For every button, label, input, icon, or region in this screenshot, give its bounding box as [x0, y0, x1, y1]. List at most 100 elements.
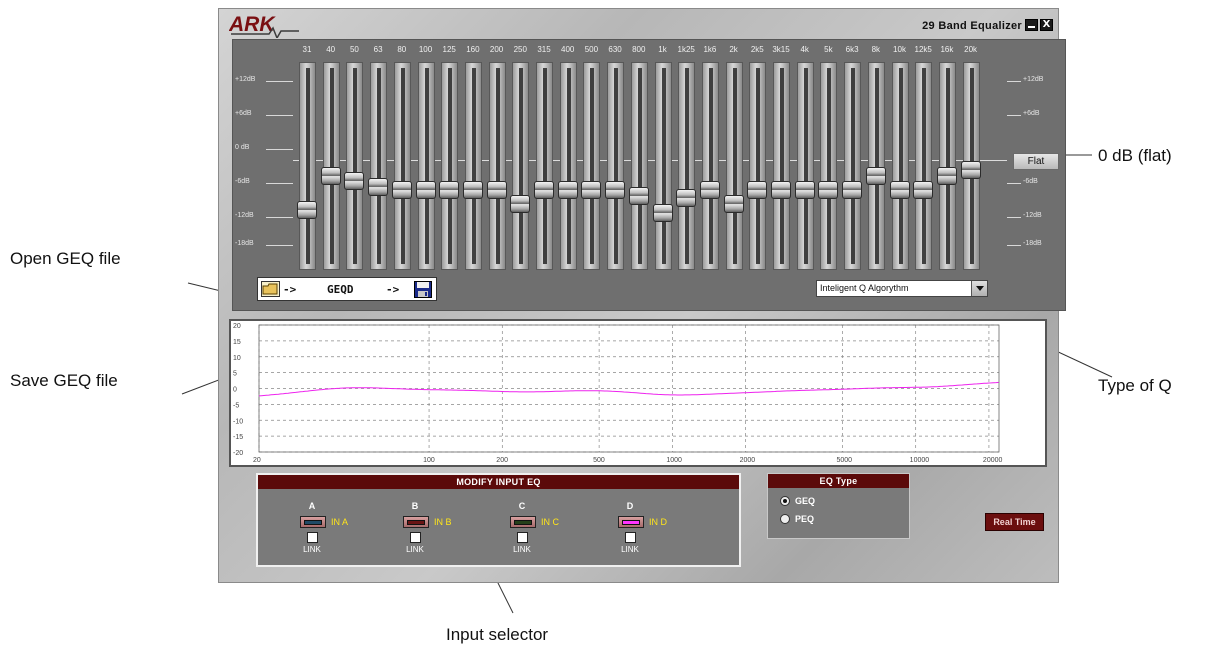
band-slider-knob[interactable] [320, 166, 341, 185]
band-slider-track[interactable] [844, 62, 862, 270]
band-slider-knob[interactable] [723, 195, 744, 213]
y-tick-label: -10 [233, 418, 243, 425]
band-slider-knob[interactable] [462, 180, 483, 199]
band-slider-track[interactable] [607, 62, 625, 270]
slider-slot [780, 68, 784, 264]
band-slider-track[interactable] [488, 62, 506, 270]
band-slider-knob[interactable] [510, 195, 531, 213]
band-slider-knob[interactable] [794, 180, 815, 199]
callout-save-geq-file: Save GEQ file [10, 371, 118, 390]
band-slider-knob[interactable] [344, 172, 365, 191]
link-checkbox[interactable] [517, 532, 528, 543]
band-slider-knob[interactable] [368, 178, 389, 196]
modify-input-eq-panel: MODIFY INPUT EQ A IN A LINK B IN B LINK C IN C L… [256, 473, 741, 567]
slider-slot [661, 68, 666, 264]
x-tick-label: 2000 [740, 457, 756, 464]
save-disk-icon[interactable] [414, 281, 432, 298]
response-plot: 20 15 10 5 0 -5 -10 -15 -20 20 100 200 500 1000 2000 50… [233, 323, 1003, 464]
db-tick-left [266, 81, 293, 82]
band-slider-knob[interactable] [747, 180, 768, 199]
band-slider-knob[interactable] [581, 180, 602, 199]
band-slider-knob[interactable] [297, 200, 317, 219]
band-slider-knob[interactable] [865, 166, 886, 185]
db-tick-right [1007, 183, 1021, 184]
band-slider-knob[interactable] [415, 180, 436, 199]
band-slider-knob[interactable] [699, 180, 720, 199]
link-checkbox[interactable] [410, 532, 421, 543]
band-slider-knob[interactable] [936, 166, 957, 185]
y-tick-label: -15 [233, 434, 243, 441]
eq-type-title: EQ Type [768, 474, 909, 488]
band-slider-track[interactable] [820, 62, 838, 270]
input-select-button[interactable] [618, 516, 644, 528]
band-slider-track[interactable] [915, 62, 933, 270]
radio-geq[interactable] [780, 496, 790, 506]
q-type-value: Inteligent Q Algorythm [820, 283, 909, 293]
band-slider-track[interactable] [370, 62, 388, 270]
band-slider-knob[interactable] [960, 161, 981, 179]
x-tick-label: 200 [496, 457, 508, 464]
band-slider-track[interactable] [583, 62, 601, 270]
band-slider-knob[interactable] [842, 180, 863, 199]
equalizer-window: ARK 29 Band Equalizer X +12dB +6dB 0 dB -6d… [218, 8, 1066, 583]
band-slider-track[interactable] [891, 62, 909, 270]
band-label: 1k6 [703, 45, 717, 54]
band-slider-track[interactable] [417, 62, 435, 270]
band-slider-track[interactable] [796, 62, 814, 270]
band-slider-knob[interactable] [913, 180, 934, 199]
real-time-button[interactable]: Real Time [985, 513, 1044, 531]
minimize-icon[interactable] [1025, 19, 1038, 31]
input-select-button[interactable] [300, 516, 326, 528]
band-slider-track[interactable] [749, 62, 767, 270]
input-letter: B [411, 501, 419, 511]
band-slider-knob[interactable] [486, 180, 507, 199]
input-label: IN A [331, 517, 349, 527]
band-slider-knob[interactable] [391, 180, 412, 199]
db-tick-right [1007, 217, 1021, 218]
band-slider-track[interactable] [512, 62, 530, 270]
band-slider-track[interactable] [393, 62, 411, 270]
band-label: 40 [326, 45, 336, 54]
title-bar[interactable]: ARK 29 Band Equalizer X [219, 9, 1060, 41]
band-slider-knob[interactable] [557, 180, 578, 199]
radio-peq[interactable] [780, 514, 790, 524]
band-slider-knob[interactable] [439, 180, 460, 199]
band-slider-track[interactable] [630, 62, 648, 270]
input-color-swatch [304, 520, 322, 525]
link-checkbox[interactable] [625, 532, 636, 543]
input-color-swatch [622, 520, 640, 525]
band-slider-track[interactable] [701, 62, 719, 270]
band-slider-knob[interactable] [676, 189, 697, 208]
band-slider-track[interactable] [536, 62, 553, 270]
band-slider-track[interactable] [678, 62, 696, 270]
link-checkbox[interactable] [307, 532, 318, 543]
band-slider-track[interactable] [559, 62, 577, 270]
band-slider-knob[interactable] [534, 180, 554, 199]
band-slider-knob[interactable] [628, 186, 649, 205]
chevron-down-icon[interactable] [971, 281, 987, 296]
band-label: 400 [561, 45, 575, 54]
band-slider-track[interactable] [773, 62, 790, 270]
close-icon[interactable]: X [1040, 19, 1053, 31]
band-slider-track[interactable] [464, 62, 482, 270]
slider-slot [495, 68, 500, 264]
band-slider-knob[interactable] [652, 203, 673, 222]
flat-button[interactable]: Flat [1013, 153, 1059, 170]
band-label: 63 [373, 45, 383, 54]
band-slider-knob[interactable] [605, 180, 626, 199]
band-slider-track[interactable] [725, 62, 743, 270]
band-label: 80 [397, 45, 407, 54]
band-slider-knob[interactable] [818, 180, 839, 199]
band-label: 250 [513, 45, 527, 54]
band-slider-knob[interactable] [771, 180, 791, 199]
band-slider-knob[interactable] [889, 180, 910, 199]
input-select-button[interactable] [403, 516, 429, 528]
input-select-button[interactable] [510, 516, 536, 528]
band-slider-track[interactable] [441, 62, 459, 270]
band-slider-track[interactable] [346, 62, 364, 270]
open-folder-icon[interactable] [261, 281, 280, 297]
input-color-swatch [407, 520, 425, 525]
band-slider-track[interactable] [654, 62, 672, 270]
band-slider-track[interactable] [299, 62, 316, 270]
q-type-select[interactable]: Inteligent Q Algorythm [816, 280, 988, 297]
